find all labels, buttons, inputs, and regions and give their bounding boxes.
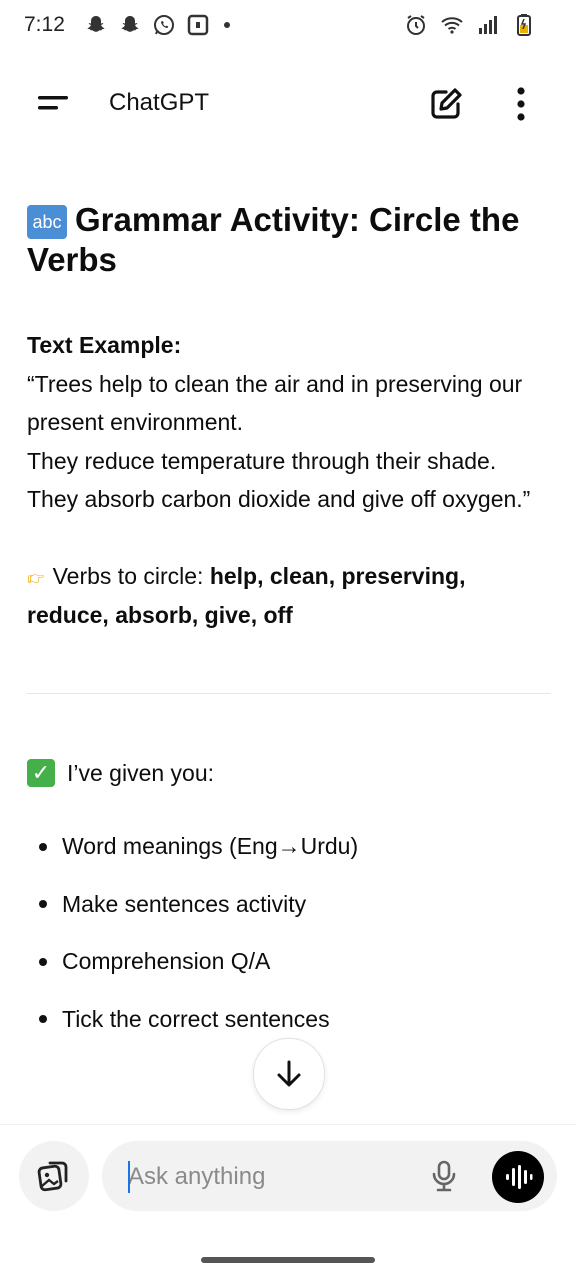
notification-box-icon	[187, 14, 209, 36]
system-icons	[404, 13, 536, 37]
home-indicator[interactable]	[201, 1257, 375, 1263]
given-list: Word meanings (Eng→Urdu) Make sentences …	[37, 818, 551, 1048]
bullet-icon	[39, 957, 47, 966]
given-label: I’ve given you:	[67, 759, 215, 786]
arrow-down-icon	[277, 1060, 301, 1087]
ask-input[interactable]	[128, 1161, 408, 1193]
voice-waveform-icon	[506, 1165, 533, 1189]
more-vertical-icon	[517, 87, 525, 121]
check-mark-icon: ✓	[27, 758, 55, 787]
chatgpt-screen: 7:12 ChatGPT abc Grammar Activity: Circl…	[0, 0, 576, 1280]
more-options-button[interactable]	[504, 82, 538, 126]
bullet-icon	[39, 842, 47, 851]
battery-icon	[517, 14, 531, 36]
whatsapp-icon	[154, 15, 174, 35]
abc-icon: abc	[27, 205, 67, 239]
example-line-1: “Trees help to clean the air and in pres…	[27, 370, 523, 436]
dot-icon	[224, 22, 230, 28]
message-input-container	[102, 1141, 557, 1211]
list-item: Comprehension Q/A	[37, 933, 551, 991]
menu-icon	[38, 96, 68, 110]
bullet-icon	[39, 900, 47, 909]
bullet-icon	[39, 1015, 47, 1024]
signal-icon	[479, 16, 497, 34]
text-caret	[128, 1161, 130, 1193]
app-bar: ChatGPT	[0, 60, 576, 144]
list-item-text: Make sentences activity	[62, 890, 307, 917]
message-heading: abc Grammar Activity: Circle the Verbs	[27, 200, 551, 280]
attach-image-button[interactable]	[19, 1141, 89, 1211]
verbs-to-circle: 👉︎ Verbs to circle: help, clean, preservi…	[27, 557, 551, 635]
wifi-icon	[441, 17, 463, 34]
list-item-text: Comprehension Q/A	[62, 948, 271, 974]
image-gallery-icon	[37, 1161, 68, 1192]
new-chat-button[interactable]	[426, 84, 466, 124]
menu-button[interactable]	[30, 84, 78, 124]
list-item-text: Word meanings (Eng→Urdu)	[62, 833, 359, 859]
pointing-hand-icon: 👉︎	[27, 562, 45, 590]
snapchat-icon	[121, 16, 139, 32]
example-line-2: They reduce temperature through their sh…	[27, 447, 497, 474]
app-title[interactable]: ChatGPT	[109, 89, 209, 117]
status-time: 7:12	[24, 13, 65, 36]
text-example-label: Text Example:	[27, 332, 182, 358]
heading-text: Grammar Activity: Circle the Verbs	[27, 201, 520, 278]
new-chat-icon	[431, 88, 462, 119]
alarm-icon	[407, 15, 425, 35]
dictate-button[interactable]	[426, 1158, 462, 1194]
list-item: Make sentences activity	[37, 876, 551, 934]
composer	[0, 1124, 576, 1235]
divider	[27, 692, 551, 694]
scroll-to-bottom-button[interactable]	[253, 1038, 325, 1110]
assistant-message: abc Grammar Activity: Circle the Verbs Te…	[27, 200, 551, 1048]
list-item: Word meanings (Eng→Urdu)	[37, 818, 551, 876]
status-bar: 7:12	[0, 0, 576, 52]
voice-mode-button[interactable]	[492, 1151, 544, 1203]
given-label-row: ✓ I’ve given you:	[27, 754, 551, 793]
snapchat-icon	[87, 16, 105, 32]
example-line-3: They absorb carbon dioxide and give off …	[27, 486, 531, 512]
microphone-icon	[432, 1160, 456, 1192]
notification-icons	[84, 13, 230, 37]
verbs-prefix: Verbs to circle:	[52, 562, 210, 589]
